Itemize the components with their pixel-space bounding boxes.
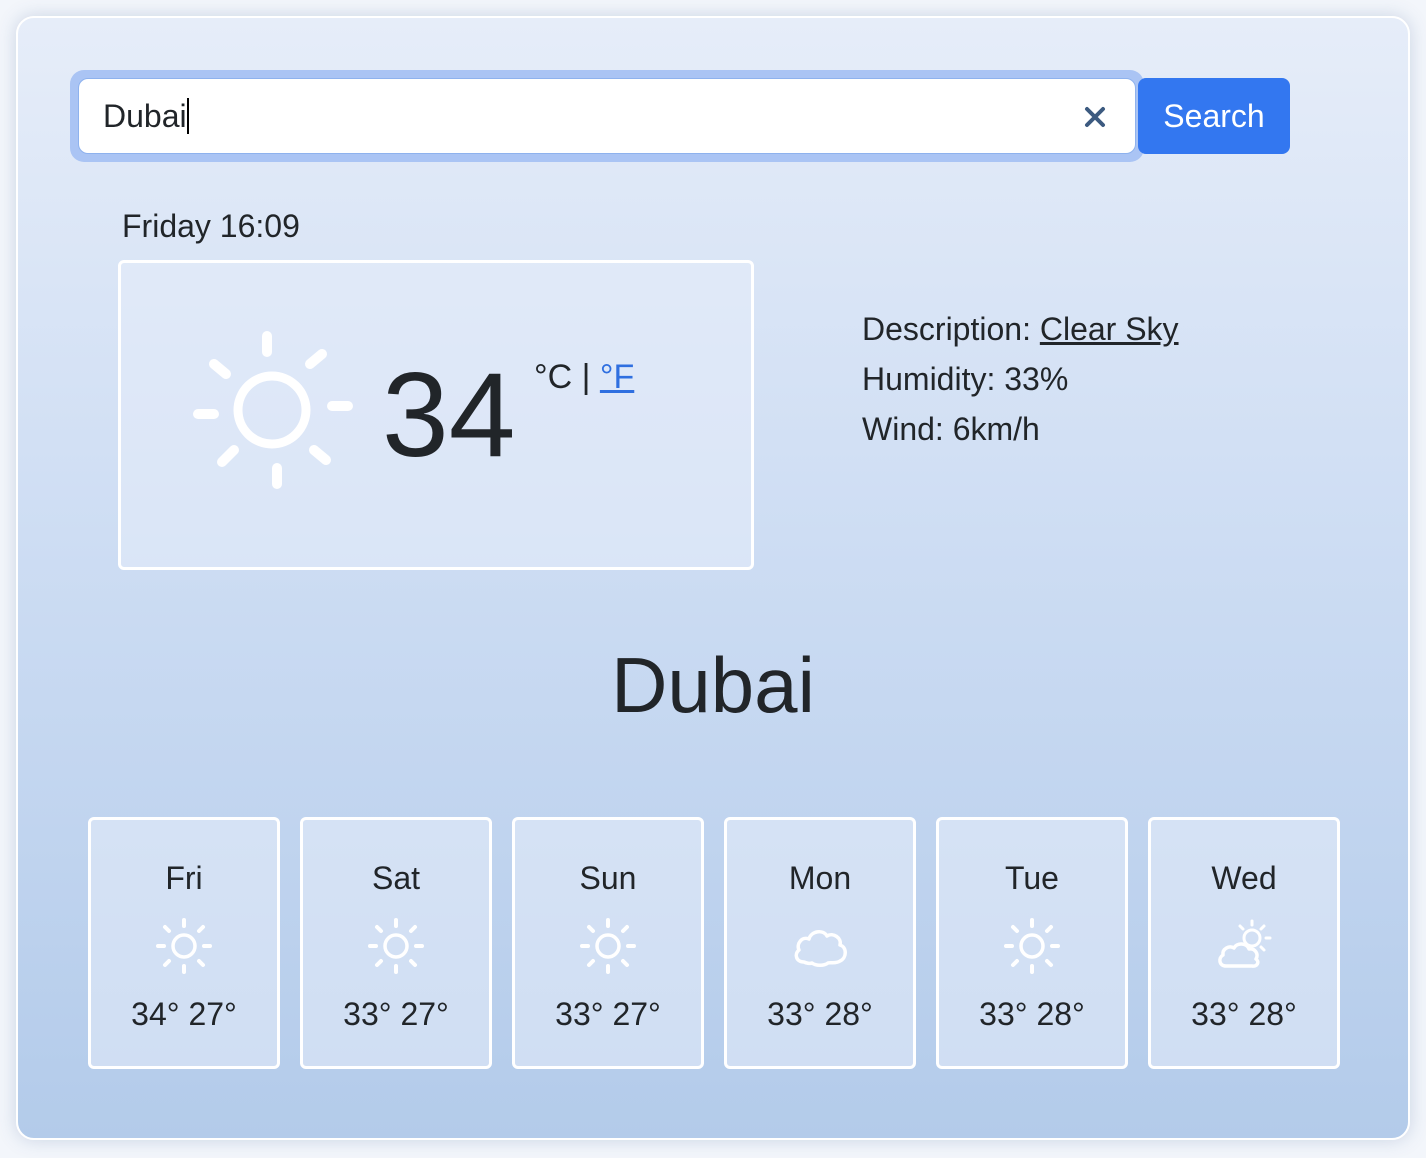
forecast-day-card: Sun 33° 27°	[512, 817, 704, 1069]
forecast-day-name: Sat	[371, 860, 421, 896]
sun-icon	[368, 918, 424, 974]
forecast-day-name: Wed	[1211, 860, 1277, 896]
city-search-input[interactable]	[78, 78, 1136, 154]
description-row: Description: Clear Sky	[862, 304, 1179, 354]
forecast-row: Fri 34° 27° Sat 33° 27° Sun 33° 27° Mon …	[88, 817, 1340, 1069]
forecast-temps: 33° 27°	[555, 996, 661, 1032]
forecast-day-name: Tue	[1005, 860, 1059, 896]
wind-row: Wind: 6km/h	[862, 411, 1040, 447]
forecast-day-name: Sun	[579, 860, 637, 896]
sun-icon	[1004, 918, 1060, 974]
forecast-temps: 33° 28°	[1191, 996, 1297, 1032]
unit-toggle: °C | °F	[534, 358, 634, 397]
forecast-temps: 34° 27°	[131, 996, 237, 1032]
forecast-temps: 33° 28°	[767, 996, 873, 1032]
forecast-day-card: Mon 33° 28°	[724, 817, 916, 1069]
search-focus-ring	[70, 70, 1144, 162]
forecast-day-card: Sat 33° 27°	[300, 817, 492, 1069]
text-caret	[187, 98, 189, 134]
description-value: Clear Sky	[1039, 311, 1179, 347]
partly-cloudy-icon	[1218, 919, 1272, 968]
forecast-temps: 33° 28°	[979, 996, 1085, 1032]
forecast-temps: 33° 27°	[343, 996, 449, 1032]
fahrenheit-link[interactable]: °F	[600, 358, 634, 396]
clear-icon[interactable]	[1082, 104, 1108, 130]
sun-icon	[156, 918, 212, 974]
unit-separator: |	[572, 358, 600, 396]
forecast-day-name: Fri	[165, 860, 203, 896]
search-button[interactable]: Search	[1138, 78, 1290, 154]
forecast-day-card: Wed 33° 28°	[1148, 817, 1340, 1069]
forecast-day-name: Mon	[788, 860, 852, 896]
humidity-row: Humidity: 33%	[862, 361, 1069, 397]
forecast-day-card: Tue 33° 28°	[936, 817, 1128, 1069]
current-datetime: Friday 16:09	[122, 208, 300, 244]
current-temperature: 34	[382, 348, 516, 482]
city-name: Dubai	[611, 641, 815, 729]
description-label: Description:	[862, 311, 1031, 347]
sun-icon	[193, 331, 353, 489]
weather-details: Description: Clear Sky Humidity: 33% Win…	[862, 304, 1179, 454]
sun-icon	[580, 918, 636, 974]
forecast-day-card: Fri 34° 27°	[88, 817, 280, 1069]
cloud-icon	[794, 930, 847, 967]
celsius-label: °C	[534, 358, 573, 396]
